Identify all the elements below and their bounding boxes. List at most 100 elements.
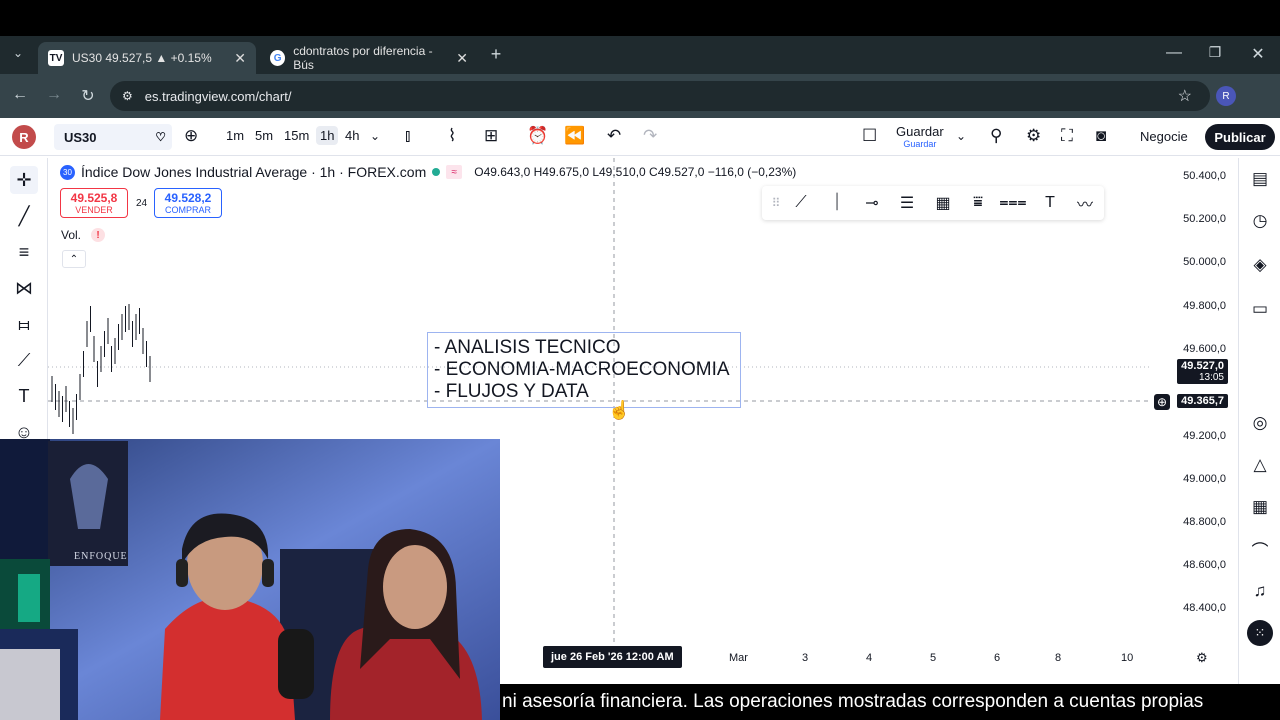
redo-icon[interactable]: ↷: [643, 126, 657, 146]
timeframe-5m[interactable]: 5m: [255, 128, 273, 143]
fib-extension-icon[interactable]: ⩶: [999, 192, 1026, 214]
stream-icon[interactable]: ⌒: [1247, 536, 1273, 562]
close-window-icon[interactable]: ✕: [1248, 44, 1268, 64]
layout-square-icon[interactable]: ☐: [862, 126, 877, 146]
sell-button[interactable]: 49.525,8 VENDER: [60, 188, 128, 218]
price-label: 48.400,0: [1183, 602, 1226, 614]
timeframe-1m[interactable]: 1m: [226, 128, 244, 143]
timeframe-4h[interactable]: 4h: [345, 128, 359, 143]
timezone-settings-icon[interactable]: ⚙: [1196, 650, 1208, 666]
layers-icon[interactable]: ◈: [1247, 252, 1273, 278]
left-drawing-toolbar: ✛ ╱ ≡ ⋈ ⧦ ⟋ T ☺: [0, 158, 48, 448]
fib-tool-icon[interactable]: ≡: [10, 238, 38, 266]
pattern-tool-icon[interactable]: ⋈: [10, 274, 38, 302]
tab-google[interactable]: G cdontratos por diferencia - Bús ✕: [260, 42, 478, 74]
replay-icon[interactable]: ⏪: [564, 126, 585, 146]
hand-cursor-icon: ☝: [608, 400, 631, 420]
address-bar[interactable]: ⚙ es.tradingview.com/chart/ ☆: [110, 81, 1210, 111]
line-tool-icon[interactable]: ⟋: [789, 192, 813, 214]
apps-grid-icon[interactable]: ⁙: [1247, 620, 1273, 646]
drag-handle-icon[interactable]: ⠿: [764, 192, 788, 214]
candles-icon[interactable]: ⫾: [405, 126, 410, 146]
target-icon[interactable]: ◎: [1247, 410, 1273, 436]
close-tab-icon[interactable]: ✕: [234, 50, 246, 67]
back-icon[interactable]: ←: [10, 86, 30, 104]
forward-icon[interactable]: →: [44, 86, 64, 104]
watchlist-icon[interactable]: ▤: [1247, 166, 1273, 192]
path-icon[interactable]: 〰: [1073, 192, 1097, 214]
volume-legend: Vol. !: [61, 228, 106, 242]
crosshair-price-tag: 49.365,7: [1177, 394, 1228, 408]
restore-icon[interactable]: ❐: [1205, 44, 1225, 61]
google-favicon-icon: G: [270, 50, 286, 66]
tv-top-toolbar: R US30 ♡ ⊕ 1m 5m 15m 1h 4h ⌄ ⫾ ⌇ ⊞ ⏰ ⏪ ↶…: [0, 118, 1280, 156]
publish-button[interactable]: Publicar: [1205, 124, 1275, 150]
forecast-tool-icon[interactable]: ⟋: [10, 346, 38, 374]
data-equal-icon: ≈: [446, 165, 463, 179]
ideas-icon[interactable]: △: [1247, 452, 1273, 478]
trade-button[interactable]: Negocie: [1130, 126, 1198, 147]
compare-add-icon[interactable]: ⊕: [184, 126, 198, 146]
site-settings-icon[interactable]: ⚙: [122, 89, 133, 103]
price-scale[interactable]: 50.400,0 50.200,0 50.000,0 49.800,0 49.6…: [1150, 158, 1238, 678]
timeframe-15m[interactable]: 15m: [284, 128, 309, 143]
warning-icon[interactable]: !: [91, 228, 106, 242]
minimize-icon[interactable]: —: [1164, 44, 1184, 62]
save-dropdown-icon[interactable]: ⌄: [956, 129, 966, 143]
price-label: 49.000,0: [1183, 473, 1226, 485]
crosshair-time-tag: jue 26 Feb '26 12:00 AM: [543, 646, 682, 668]
legend-ohlc: O49.643,0 H49.675,0 L49.510,0 C49.527,0 …: [474, 165, 797, 179]
buy-button[interactable]: 49.528,2 COMPRAR: [154, 188, 222, 218]
chart-legend: 30 Índice Dow Jones Industrial Average ·…: [60, 164, 796, 180]
alerts-clock-icon[interactable]: ◷: [1247, 208, 1273, 234]
new-tab-icon[interactable]: +: [486, 44, 506, 65]
time-label: 3: [802, 652, 809, 664]
prediction-tool-icon[interactable]: ⧦: [10, 310, 38, 338]
chat-icon[interactable]: ▭: [1247, 296, 1273, 322]
trend-line-tool-icon[interactable]: ╱: [10, 202, 38, 230]
symbol-search[interactable]: US30 ♡: [54, 124, 172, 150]
collapse-legend-chevron-icon[interactable]: ⌃: [62, 250, 86, 268]
annotation-line: - FLUJOS Y DATA: [434, 381, 589, 402]
add-alert-plus-icon[interactable]: ⊕: [1154, 394, 1170, 410]
vertical-line-icon[interactable]: ⏐: [825, 192, 849, 214]
price-label: 49.200,0: [1183, 430, 1226, 442]
timeframe-dropdown-icon[interactable]: ⌄: [370, 129, 380, 143]
close-tab-icon[interactable]: ✕: [456, 50, 468, 67]
indicators-icon[interactable]: ⌇: [448, 126, 456, 146]
tab-tradingview[interactable]: TV US30 49.527,5 ▲ +0.15% ✕: [38, 42, 256, 74]
quick-search-icon[interactable]: ⚲: [990, 126, 1002, 146]
reload-icon[interactable]: ↻: [78, 86, 98, 106]
calendar-icon[interactable]: ▦: [1247, 494, 1273, 520]
crosshair-tool-icon[interactable]: ✛: [10, 166, 38, 194]
fullscreen-icon[interactable]: ⛶: [1061, 126, 1073, 146]
profile-avatar[interactable]: R: [1216, 86, 1236, 106]
save-button[interactable]: Guardar Guardar: [896, 124, 944, 149]
notifications-bell-icon[interactable]: ♫: [1247, 578, 1273, 604]
price-label: 49.800,0: [1183, 300, 1226, 312]
chart-text-annotation[interactable]: - ANALISIS TECNICO - ECONOMIA-MACROECONO…: [427, 332, 741, 408]
timeframe-1h[interactable]: 1h: [316, 126, 339, 145]
price-label: 50.000,0: [1183, 256, 1226, 268]
undo-icon[interactable]: ↶: [607, 126, 621, 146]
gann-grid-icon[interactable]: ▦: [931, 192, 955, 214]
layouts-icon[interactable]: ⊞: [484, 126, 498, 146]
snapshot-camera-icon[interactable]: ◙: [1096, 126, 1106, 146]
text-tool-icon[interactable]: T: [10, 382, 38, 410]
sell-price: 49.525,8: [70, 191, 118, 205]
settings-gear-icon[interactable]: ⚙: [1026, 126, 1041, 146]
bookmark-star-icon[interactable]: ☆: [1178, 86, 1192, 106]
alert-icon[interactable]: ⏰: [527, 126, 548, 146]
time-label: 8: [1055, 652, 1062, 664]
user-avatar[interactable]: R: [12, 125, 36, 149]
fib-retracement-icon[interactable]: ⩸: [966, 192, 990, 214]
spread-value: 24: [136, 198, 148, 209]
horizontal-ray-icon[interactable]: ⊸: [860, 192, 884, 214]
symbol-heart-icon[interactable]: ♡: [155, 130, 166, 144]
parallel-channel-icon[interactable]: ☰: [895, 192, 919, 214]
time-scale[interactable]: jue 26 Feb '26 12:00 AM Mar 3 4 5 6 8 10…: [500, 646, 1230, 670]
text-icon[interactable]: T: [1038, 192, 1062, 214]
tab-search-chevron-icon[interactable]: ⌄: [8, 46, 28, 60]
legend-title[interactable]: Índice Dow Jones Industrial Average · 1h…: [81, 164, 426, 180]
tab-title: cdontratos por diferencia - Bús: [293, 44, 433, 72]
